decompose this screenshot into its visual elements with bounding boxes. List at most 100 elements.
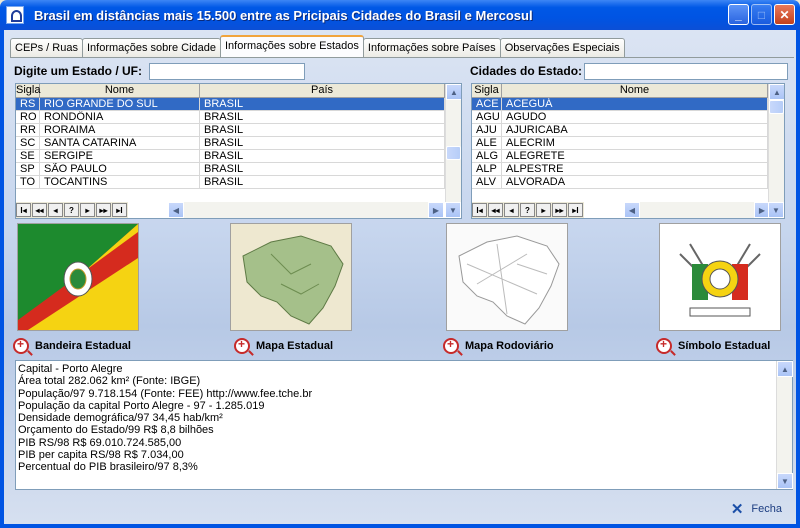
window-title: Brasil em distâncias mais 15.500 entre a… <box>34 7 533 23</box>
table-row[interactable]: ALP ALPESTRE <box>472 163 784 176</box>
table-cell: TO <box>16 176 40 188</box>
window-frame: CEPs / Ruas Informações sobre Cidade Inf… <box>0 30 800 528</box>
table-cell: BRASIL <box>200 98 445 110</box>
scroll-right-icon[interactable]: ▶ <box>428 202 444 218</box>
tab-paises[interactable]: Informações sobre Países <box>362 38 501 57</box>
table-cell: TOCANTINS <box>40 176 200 188</box>
col-sigla[interactable]: Sigla <box>16 84 40 97</box>
nav-last-button[interactable]: ▸I <box>112 203 127 217</box>
nav-first-button[interactable]: I◂ <box>16 203 31 217</box>
close-window-button[interactable]: ✕ <box>774 4 795 25</box>
caption-mapa-estadual[interactable]: Mapa Estadual <box>234 337 333 354</box>
scroll-left-icon[interactable]: ◀ <box>624 202 640 218</box>
scroll-thumb[interactable] <box>769 100 784 114</box>
cidades-grid-header: Sigla Nome <box>472 84 784 98</box>
scroll-down-icon[interactable]: ▼ <box>777 473 793 489</box>
caption-bandeira[interactable]: Bandeira Estadual <box>13 337 131 354</box>
estados-hscrollbar[interactable]: ◀ ▶ <box>168 202 444 218</box>
cidades-hscrollbar[interactable]: ◀ ▶ <box>624 202 770 218</box>
cidades-label: Cidades do Estado: <box>470 64 583 78</box>
scroll-left-icon[interactable]: ◀ <box>168 202 184 218</box>
table-row[interactable]: ALE ALECRIM <box>472 137 784 150</box>
estados-grid[interactable]: Sigla Nome País RS RIO GRANDE DO SUL BRASI… <box>15 83 462 219</box>
maximize-button[interactable]: □ <box>751 4 772 25</box>
scroll-down-icon[interactable]: ▼ <box>445 202 461 218</box>
table-cell: ALV <box>472 176 502 188</box>
coat-of-arms-image[interactable] <box>659 223 781 331</box>
estados-vscrollbar[interactable]: ▲ <box>445 84 461 202</box>
table-cell: BRASIL <box>200 150 445 162</box>
caption-simbolo-label: Símbolo Estadual <box>678 340 771 352</box>
scroll-up-icon[interactable]: ▲ <box>769 84 784 100</box>
estado-input[interactable] <box>149 63 305 80</box>
table-row[interactable]: RR RORAIMA BRASIL <box>16 124 461 137</box>
nav-next-button[interactable]: ▸ <box>80 203 95 217</box>
table-cell: BRASIL <box>200 124 445 136</box>
col-nome[interactable]: Nome <box>502 84 768 97</box>
nav-prior-page-button[interactable]: ◂◂ <box>488 203 503 217</box>
caption-mapa-rodoviario[interactable]: Mapa Rodoviário <box>443 337 554 354</box>
cidades-vscrollbar[interactable]: ▲ <box>768 84 784 202</box>
zoom-icon[interactable] <box>656 337 672 354</box>
nav-help-button[interactable]: ? <box>520 203 535 217</box>
table-cell: RONDÔNIA <box>40 111 200 123</box>
nav-next-page-button[interactable]: ▸▸ <box>552 203 567 217</box>
cidades-input[interactable] <box>584 63 788 80</box>
flag-rs-image[interactable] <box>17 223 139 331</box>
table-row[interactable]: RS RIO GRANDE DO SUL BRASIL <box>16 98 461 111</box>
tab-bar: CEPs / Ruas Informações sobre Cidade Inf… <box>10 35 625 57</box>
state-map-image[interactable] <box>230 223 352 331</box>
table-cell: ALE <box>472 137 502 149</box>
caption-bandeira-label: Bandeira Estadual <box>35 340 131 352</box>
title-bar: Brasil em distâncias mais 15.500 entre a… <box>0 0 800 30</box>
fecha-button[interactable]: ✕ Fecha <box>731 500 782 518</box>
zoom-icon[interactable] <box>443 337 459 354</box>
table-row[interactable]: SC SANTA CATARINA BRASIL <box>16 137 461 150</box>
col-pais[interactable]: País <box>200 84 445 97</box>
table-row[interactable]: ACE ACEGUÁ <box>472 98 784 111</box>
info-line: PIB per capita RS/98 R$ 7.034,00 <box>18 449 184 462</box>
road-map-image[interactable] <box>446 223 568 331</box>
table-row[interactable]: TO TOCANTINS BRASIL <box>16 176 461 189</box>
tab-observacoes[interactable]: Observações Especiais <box>499 38 625 57</box>
nav-next-page-button[interactable]: ▸▸ <box>96 203 111 217</box>
nav-help-button[interactable]: ? <box>64 203 79 217</box>
scroll-thumb[interactable] <box>446 146 461 160</box>
table-row[interactable]: SE SERGIPE BRASIL <box>16 150 461 163</box>
close-x-icon: ✕ <box>730 501 744 518</box>
scroll-down-icon[interactable]: ▼ <box>768 202 784 218</box>
table-row[interactable]: ALG ALEGRETE <box>472 150 784 163</box>
nav-next-button[interactable]: ▸ <box>536 203 551 217</box>
table-cell: RORAIMA <box>40 124 200 136</box>
nav-prior-page-button[interactable]: ◂◂ <box>32 203 47 217</box>
tab-estados[interactable]: Informações sobre Estados <box>219 35 364 57</box>
nav-prior-button[interactable]: ◂ <box>48 203 63 217</box>
caption-simbolo[interactable]: Símbolo Estadual <box>656 337 771 354</box>
state-info-memo[interactable]: Capital - Porto Alegre Área total 282.06… <box>15 360 793 490</box>
minimize-button[interactable]: _ <box>728 4 749 25</box>
nav-prior-button[interactable]: ◂ <box>504 203 519 217</box>
nav-first-button[interactable]: I◂ <box>472 203 487 217</box>
table-row[interactable]: RO RONDÔNIA BRASIL <box>16 111 461 124</box>
table-cell: SP <box>16 163 40 175</box>
info-line: Capital - Porto Alegre <box>18 363 123 375</box>
estados-navigator: I◂ ◂◂ ◂ ? ▸ ▸▸ ▸I <box>16 202 128 218</box>
scroll-up-icon[interactable]: ▲ <box>446 84 461 100</box>
memo-vscrollbar[interactable]: ▲ ▼ <box>776 361 793 489</box>
tab-cidade[interactable]: Informações sobre Cidade <box>81 38 221 57</box>
zoom-icon[interactable] <box>13 337 29 354</box>
table-row[interactable]: ALV ALVORADA <box>472 176 784 189</box>
nav-last-button[interactable]: ▸I <box>568 203 583 217</box>
col-sigla[interactable]: Sigla <box>472 84 502 97</box>
info-line: Área total 282.062 km² (Fonte: IBGE) <box>18 375 201 388</box>
table-row[interactable]: AGU AGUDO <box>472 111 784 124</box>
table-cell: SERGIPE <box>40 150 200 162</box>
scroll-up-icon[interactable]: ▲ <box>777 361 793 377</box>
cidades-grid[interactable]: Sigla Nome ACE ACEGUÁ AGU AGUDO AJU AJURICABA… <box>471 83 785 219</box>
zoom-icon[interactable] <box>234 337 250 354</box>
tab-ceps-ruas[interactable]: CEPs / Ruas <box>10 38 83 57</box>
table-row[interactable]: SP SÃO PAULO BRASIL <box>16 163 461 176</box>
table-cell: ALP <box>472 163 502 175</box>
table-row[interactable]: AJU AJURICABA <box>472 124 784 137</box>
col-nome[interactable]: Nome <box>40 84 200 97</box>
